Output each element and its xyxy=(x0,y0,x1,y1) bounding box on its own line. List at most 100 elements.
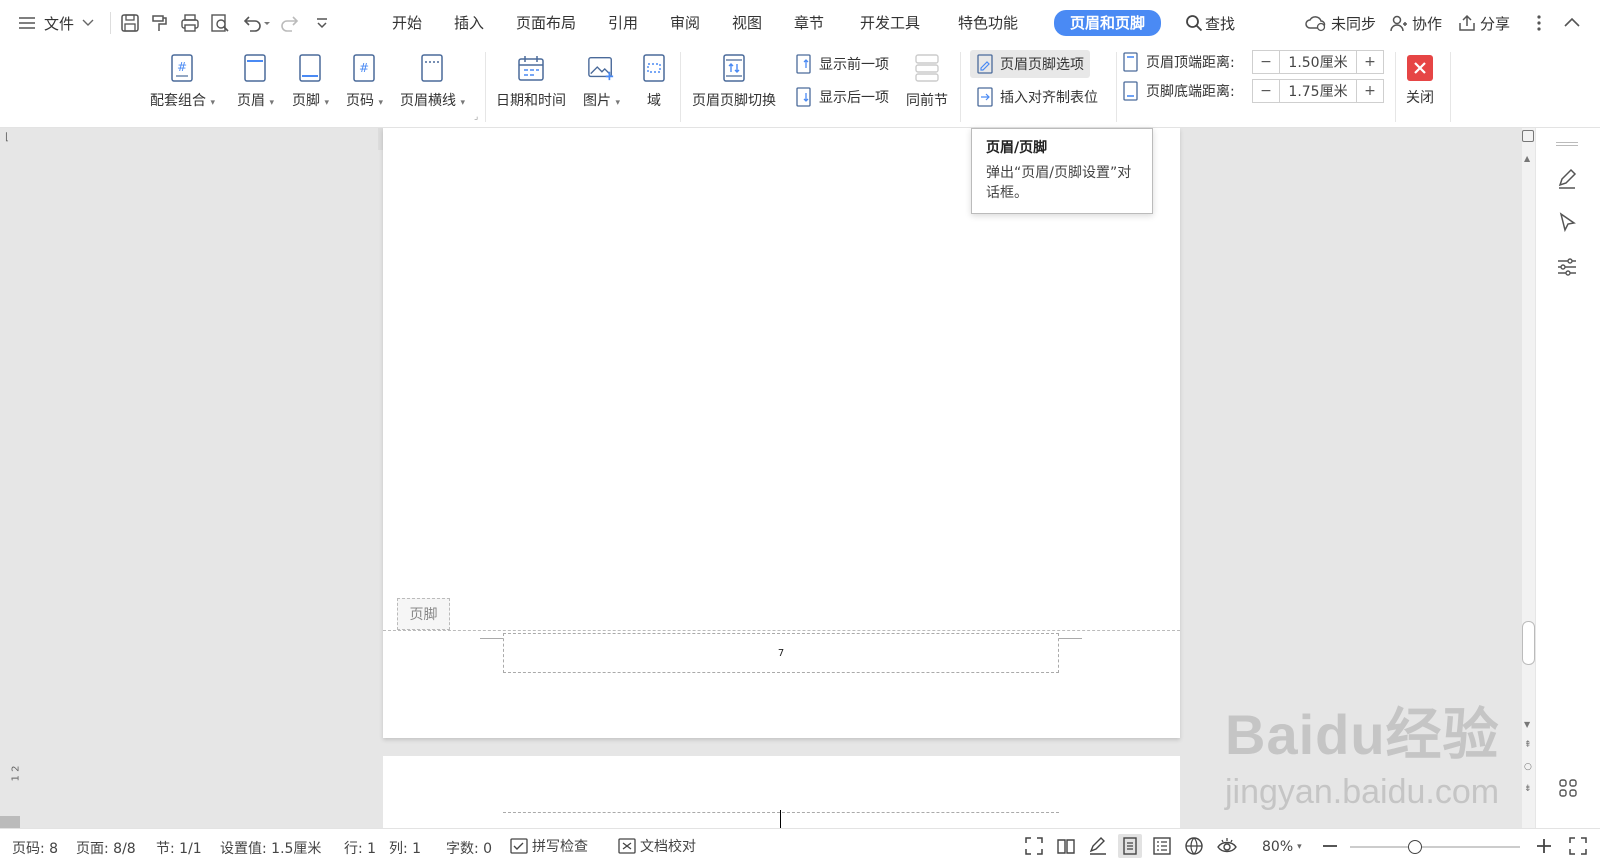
cloud-sync-icon xyxy=(1305,16,1326,32)
page-number-button[interactable]: # 页码 ▾ xyxy=(346,52,383,110)
field-label: 域 xyxy=(647,93,661,109)
tab-insert[interactable]: 插入 xyxy=(454,12,484,34)
undo-icon[interactable] xyxy=(242,13,270,33)
zoom-slider-thumb[interactable] xyxy=(1408,840,1422,854)
header-icon xyxy=(241,52,269,84)
header-line-button[interactable]: 页眉横线 ▾ xyxy=(400,52,465,110)
tab-header-footer[interactable]: 页眉和页脚 xyxy=(1054,10,1162,36)
status-page[interactable]: 页面: 8/8 xyxy=(76,838,136,858)
status-section[interactable]: 节: 1/1 xyxy=(156,838,202,858)
file-menu[interactable]: 文件 xyxy=(18,12,94,34)
tab-references[interactable]: 引用 xyxy=(608,12,638,34)
footer-bottom-distance-stepper[interactable]: − 1.75厘米 + xyxy=(1252,79,1384,103)
document-page[interactable] xyxy=(383,756,1180,828)
settings-sliders-icon[interactable] xyxy=(1556,256,1578,282)
save-icon[interactable] xyxy=(120,13,140,33)
header-top-distance-value[interactable]: 1.50厘米 xyxy=(1279,51,1357,73)
zoom-value: 80% xyxy=(1262,839,1294,855)
outline-view-icon[interactable] xyxy=(1152,836,1172,856)
select-cursor-icon[interactable] xyxy=(1558,212,1578,238)
status-word-count[interactable]: 字数: 0 xyxy=(446,838,492,858)
print-preview-icon[interactable] xyxy=(210,13,230,33)
more-icon[interactable] xyxy=(1534,13,1544,33)
fullscreen-icon[interactable] xyxy=(1024,836,1044,856)
header-top-distance-stepper[interactable]: − 1.50厘米 + xyxy=(1252,50,1384,74)
eye-protection-icon[interactable] xyxy=(1216,836,1237,856)
vertical-ruler: 1 2 xyxy=(10,765,22,782)
tab-chapter[interactable]: 章节 xyxy=(794,12,824,34)
date-time-button[interactable]: 日期和时间 xyxy=(496,52,566,110)
previous-page-icon[interactable]: ⇞ xyxy=(1524,740,1532,750)
customize-toolbar-icon[interactable] xyxy=(312,13,332,33)
picture-label: 图片 xyxy=(583,93,611,109)
picture-button[interactable]: 图片 ▾ xyxy=(583,52,620,110)
collaborate-button[interactable]: 协作 xyxy=(1390,12,1442,34)
spell-check-button[interactable]: 拼写检查 xyxy=(510,836,588,856)
increase-button[interactable]: + xyxy=(1357,80,1383,102)
tab-review[interactable]: 审阅 xyxy=(670,12,700,34)
decrease-button[interactable]: − xyxy=(1253,80,1279,102)
doc-proofread-button[interactable]: 文档校对 xyxy=(618,836,696,856)
decrease-button[interactable]: − xyxy=(1253,51,1279,73)
tab-view[interactable]: 视图 xyxy=(732,12,762,34)
footer-button[interactable]: 页脚 ▾ xyxy=(292,52,329,110)
header-button[interactable]: 页眉 ▾ xyxy=(237,52,274,110)
status-line[interactable]: 行: 1 xyxy=(344,838,376,858)
collapse-ribbon-icon[interactable] xyxy=(1562,13,1582,33)
status-page-code[interactable]: 页码: 8 xyxy=(12,838,58,858)
tab-special[interactable]: 特色功能 xyxy=(958,12,1018,34)
text-cursor xyxy=(780,810,781,828)
match-combo-button[interactable]: # 配套组合 ▾ xyxy=(150,52,215,110)
tab-page-layout[interactable]: 页面布局 xyxy=(516,12,576,34)
header-footer-options-button[interactable]: 页眉页脚选项 xyxy=(970,50,1090,78)
format-painter-icon[interactable] xyxy=(150,13,170,33)
vertical-ruler-marker xyxy=(0,816,20,828)
scrollbar-thumb[interactable] xyxy=(1522,621,1535,665)
scroll-up-icon[interactable]: ▲ xyxy=(1524,154,1530,163)
fit-window-icon[interactable] xyxy=(1568,836,1588,856)
menu-bar: 文件 开始 插入 页面布局 引用 审阅 视图 章节 开发工具 特色功能 页眉和页… xyxy=(0,0,1600,46)
sync-status-button[interactable]: 未同步 xyxy=(1305,12,1376,34)
split-view-icon[interactable] xyxy=(1522,130,1534,142)
tab-start[interactable]: 开始 xyxy=(392,12,422,34)
field-button[interactable]: 域 xyxy=(640,52,668,110)
zoom-dropdown[interactable]: 80% ▾ xyxy=(1262,838,1302,856)
redo-icon[interactable] xyxy=(280,13,300,33)
status-setting-value[interactable]: 设置值: 1.5厘米 xyxy=(220,838,321,858)
web-view-icon[interactable] xyxy=(1184,836,1204,856)
footer-bottom-distance-value[interactable]: 1.75厘米 xyxy=(1279,80,1357,102)
footer-page-number[interactable]: 7 xyxy=(503,633,1059,673)
zoom-slider[interactable] xyxy=(1350,846,1520,848)
svg-text:#: # xyxy=(359,61,369,75)
reading-mode-icon[interactable] xyxy=(1056,836,1076,856)
close-header-footer-button[interactable]: 关闭 xyxy=(1406,52,1434,107)
share-icon xyxy=(1459,14,1475,31)
ribbon-toolbar: # 配套组合 ▾ 页眉 ▾ 页脚 ▾ # 页码 ▾ 页眉横线 ▾ ⌟ 日期和时间… xyxy=(0,46,1600,128)
zoom-out-icon[interactable] xyxy=(1320,836,1340,856)
header-footer-switch-button[interactable]: 页眉页脚切换 xyxy=(692,52,776,110)
zoom-in-icon[interactable] xyxy=(1534,836,1554,856)
same-as-previous-button[interactable]: 同前节 xyxy=(906,52,948,110)
share-button[interactable]: 分享 xyxy=(1458,12,1510,34)
search-button[interactable]: 查找 xyxy=(1185,12,1235,34)
show-previous-icon xyxy=(795,54,813,74)
tooltip: 页眉/页脚 弹出“页眉/页脚设置”对话框。 xyxy=(971,128,1153,214)
increase-button[interactable]: + xyxy=(1357,51,1383,73)
show-previous-button[interactable]: 显示前一项 xyxy=(795,54,889,74)
print-icon[interactable] xyxy=(180,13,200,33)
pen-icon[interactable] xyxy=(1556,168,1578,194)
header-label: 页眉 xyxy=(237,93,265,109)
select-browse-object-icon[interactable]: ○ xyxy=(1524,762,1532,772)
tab-developer[interactable]: 开发工具 xyxy=(860,12,920,34)
show-next-button[interactable]: 显示后一项 xyxy=(795,87,889,107)
document-page[interactable]: 页脚 7 xyxy=(383,128,1180,738)
insert-tab-stop-button[interactable]: 插入对齐制表位 xyxy=(976,87,1098,107)
dialog-launcher-icon[interactable]: ⌟ xyxy=(474,112,478,122)
apps-grid-icon[interactable] xyxy=(1558,778,1578,802)
status-column[interactable]: 列: 1 xyxy=(389,838,421,858)
switch-icon xyxy=(720,52,748,84)
tab-selector-icon[interactable]: ⌊ xyxy=(5,132,9,143)
edit-mode-icon[interactable] xyxy=(1088,836,1108,856)
page-view-icon[interactable] xyxy=(1118,834,1142,858)
next-page-icon[interactable]: ⇟ xyxy=(1524,784,1532,794)
